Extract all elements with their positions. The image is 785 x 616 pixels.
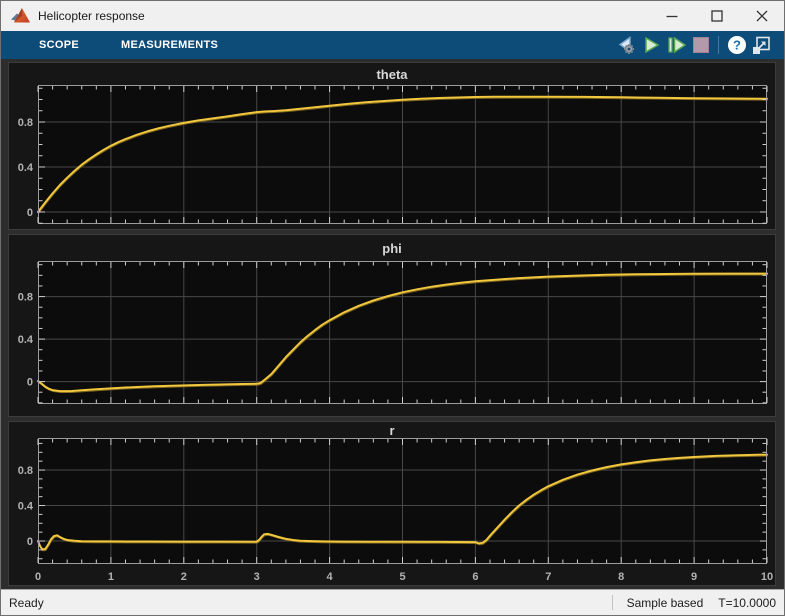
scope-display-area: theta 0 0.4 0.8 phi 0 0.4 0.8 r 0 0.4 0.8 0 1 2 3 4… [1,59,784,589]
step-back-gear-icon [614,34,638,56]
run-icon [641,35,661,55]
scope-panel-theta: theta 0 0.4 0.8 [8,62,776,230]
svg-text:8: 8 [618,571,624,583]
run-button[interactable] [638,33,663,57]
chart-title-phi: phi [9,235,775,261]
scope-panel-r: r 0 0.4 0.8 0 1 2 3 4 5 6 7 8 9 10 [8,421,776,586]
stop-button[interactable] [688,33,713,57]
status-right-group: Sample based T=10.0000 [612,595,784,610]
svg-text:0: 0 [35,571,41,583]
simulation-time-label: T=10.0000 [718,596,776,610]
window-controls [649,1,784,31]
svg-text:?: ? [733,38,741,53]
chart-title-theta: theta [9,63,775,85]
status-separator [612,595,613,610]
svg-text:0.8: 0.8 [18,465,33,477]
svg-text:0: 0 [27,536,33,548]
status-message: Ready [9,596,44,610]
svg-text:0: 0 [27,377,33,389]
r-plot-canvas[interactable]: 0 0.4 0.8 0 1 2 3 4 5 6 7 8 9 10 [9,438,775,586]
tab-scope[interactable]: SCOPE [39,39,79,51]
tab-measurements[interactable]: MEASUREMENTS [121,39,218,51]
svg-text:0.4: 0.4 [18,162,34,174]
toolstrip: SCOPE MEASUREMENTS [1,31,784,59]
toolbar-buttons: ? [613,33,774,57]
title-bar: Helicopter response [1,1,784,31]
undock-button[interactable] [749,33,774,57]
stop-icon [692,36,710,54]
svg-text:10: 10 [761,571,773,583]
svg-text:3: 3 [254,571,260,583]
chart-title-r: r [9,422,775,438]
svg-text:4: 4 [327,571,334,583]
phi-plot-canvas[interactable]: 0 0.4 0.8 [9,261,775,410]
svg-text:1: 1 [108,571,114,583]
matlab-logo-icon [9,5,31,27]
svg-text:2: 2 [181,571,187,583]
svg-text:6: 6 [472,571,478,583]
step-forward-icon [665,35,687,55]
svg-text:0.4: 0.4 [18,501,34,513]
toolbar-separator [718,36,719,54]
minimize-button[interactable] [649,1,694,31]
svg-text:0.8: 0.8 [18,292,33,304]
sample-mode-label: Sample based [627,596,704,610]
maximize-button[interactable] [694,1,739,31]
svg-text:0.8: 0.8 [18,117,33,129]
step-forward-button[interactable] [663,33,688,57]
svg-text:9: 9 [691,571,697,583]
help-button[interactable]: ? [724,33,749,57]
help-icon: ? [727,35,747,55]
svg-text:7: 7 [545,571,551,583]
status-bar: Ready Sample based T=10.0000 [1,589,784,615]
svg-text:5: 5 [399,571,405,583]
theta-plot-canvas[interactable]: 0 0.4 0.8 [9,85,775,230]
undock-icon [752,35,772,55]
window-title: Helicopter response [38,9,145,23]
step-back-options-button[interactable] [613,33,638,57]
svg-text:0.4: 0.4 [18,334,34,346]
scope-panel-phi: phi 0 0.4 0.8 [8,234,776,417]
svg-text:0: 0 [27,207,33,219]
close-button[interactable] [739,1,784,31]
scope-window: Helicopter response SCOPE MEASUREMENTS [0,0,785,616]
